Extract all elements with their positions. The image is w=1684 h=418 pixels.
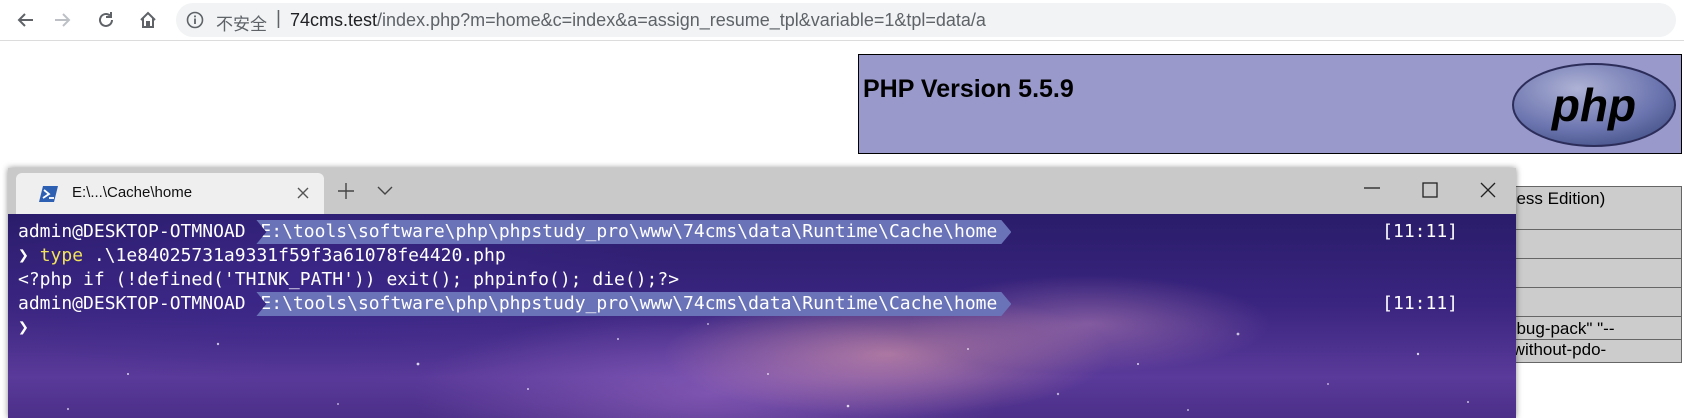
back-button[interactable] — [10, 4, 42, 36]
url-host: 74cms.test — [290, 10, 378, 30]
home-button[interactable] — [132, 4, 164, 36]
prompt-time: [11:11] — [1382, 221, 1458, 242]
back-arrow-icon — [17, 13, 33, 27]
terminal-tab-bar: E:\...\Cache\home — [8, 168, 1516, 214]
close-tab-icon[interactable] — [296, 186, 310, 200]
reload-icon — [99, 12, 113, 27]
close-window-icon[interactable] — [1480, 182, 1496, 198]
phpinfo-header: PHP Version 5.5.9 php — [858, 54, 1682, 154]
security-separator: | — [276, 8, 281, 29]
php-logo-text: php — [1550, 79, 1636, 131]
command-line[interactable]: ❯ — [18, 316, 29, 340]
prompt-user: admin@DESKTOP-OTMNOAD — [18, 293, 246, 314]
prompt-path-segment: E:\tools\software\php\phpstudy_pro\www\7… — [256, 220, 1011, 244]
home-icon — [140, 11, 156, 28]
maximize-icon[interactable] — [1422, 182, 1438, 198]
address-bar[interactable]: 不安全 | 74cms.test/index.php?m=home&c=inde… — [176, 3, 1676, 37]
forward-arrow-icon — [55, 13, 71, 27]
reload-button[interactable] — [90, 4, 122, 36]
info-icon[interactable] — [186, 11, 204, 29]
prompt-chevron: ❯ — [18, 245, 29, 266]
prompt-path-segment: E:\tools\software\php\phpstudy_pro\www\7… — [256, 292, 1011, 316]
command-line: ❯ type .\1e84025731a9331f59f3a61078fe442… — [18, 244, 506, 268]
chevron-down-icon[interactable] — [377, 186, 393, 196]
prompt-chevron: ❯ — [18, 317, 29, 338]
url-text[interactable]: 74cms.test/index.php?m=home&c=index&a=as… — [290, 10, 986, 31]
command-args: .\1e84025731a9331f59f3a61078fe4420.php — [83, 245, 506, 266]
new-tab-icon[interactable] — [337, 182, 355, 200]
prompt-time: [11:11] — [1382, 293, 1458, 314]
forward-button[interactable] — [46, 4, 78, 36]
prompt-path: E:\tools\software\php\phpstudy_pro\www\7… — [260, 221, 998, 242]
url-path: /index.php?m=home&c=index&a=assign_resum… — [377, 10, 986, 30]
command-keyword: type — [39, 245, 84, 266]
powershell-icon — [39, 186, 58, 202]
browser-toolbar: 不安全 | 74cms.test/index.php?m=home&c=inde… — [0, 0, 1684, 41]
minimize-icon[interactable] — [1364, 186, 1380, 190]
php-version-heading: PHP Version 5.5.9 — [863, 75, 1074, 103]
output-line: <?php if (!defined('THINK_PATH')) exit()… — [18, 269, 680, 290]
terminal-output[interactable]: admin@DESKTOP-OTMNOAD E:\tools\software\… — [8, 214, 1516, 418]
prompt-user: admin@DESKTOP-OTMNOAD — [18, 221, 246, 242]
terminal-tab[interactable]: E:\...\Cache\home — [16, 173, 324, 214]
prompt-line: admin@DESKTOP-OTMNOAD E:\tools\software\… — [18, 220, 1011, 244]
prompt-line: admin@DESKTOP-OTMNOAD E:\tools\software\… — [18, 292, 1011, 316]
terminal-tab-title: E:\...\Cache\home — [72, 184, 193, 201]
security-label: 不安全 — [216, 15, 267, 34]
php-logo[interactable]: php — [1511, 61, 1677, 149]
terminal-window: E:\...\Cache\home admin@DESKTOP-OTMNOAD … — [8, 168, 1516, 418]
prompt-path: E:\tools\software\php\phpstudy_pro\www\7… — [260, 293, 998, 314]
